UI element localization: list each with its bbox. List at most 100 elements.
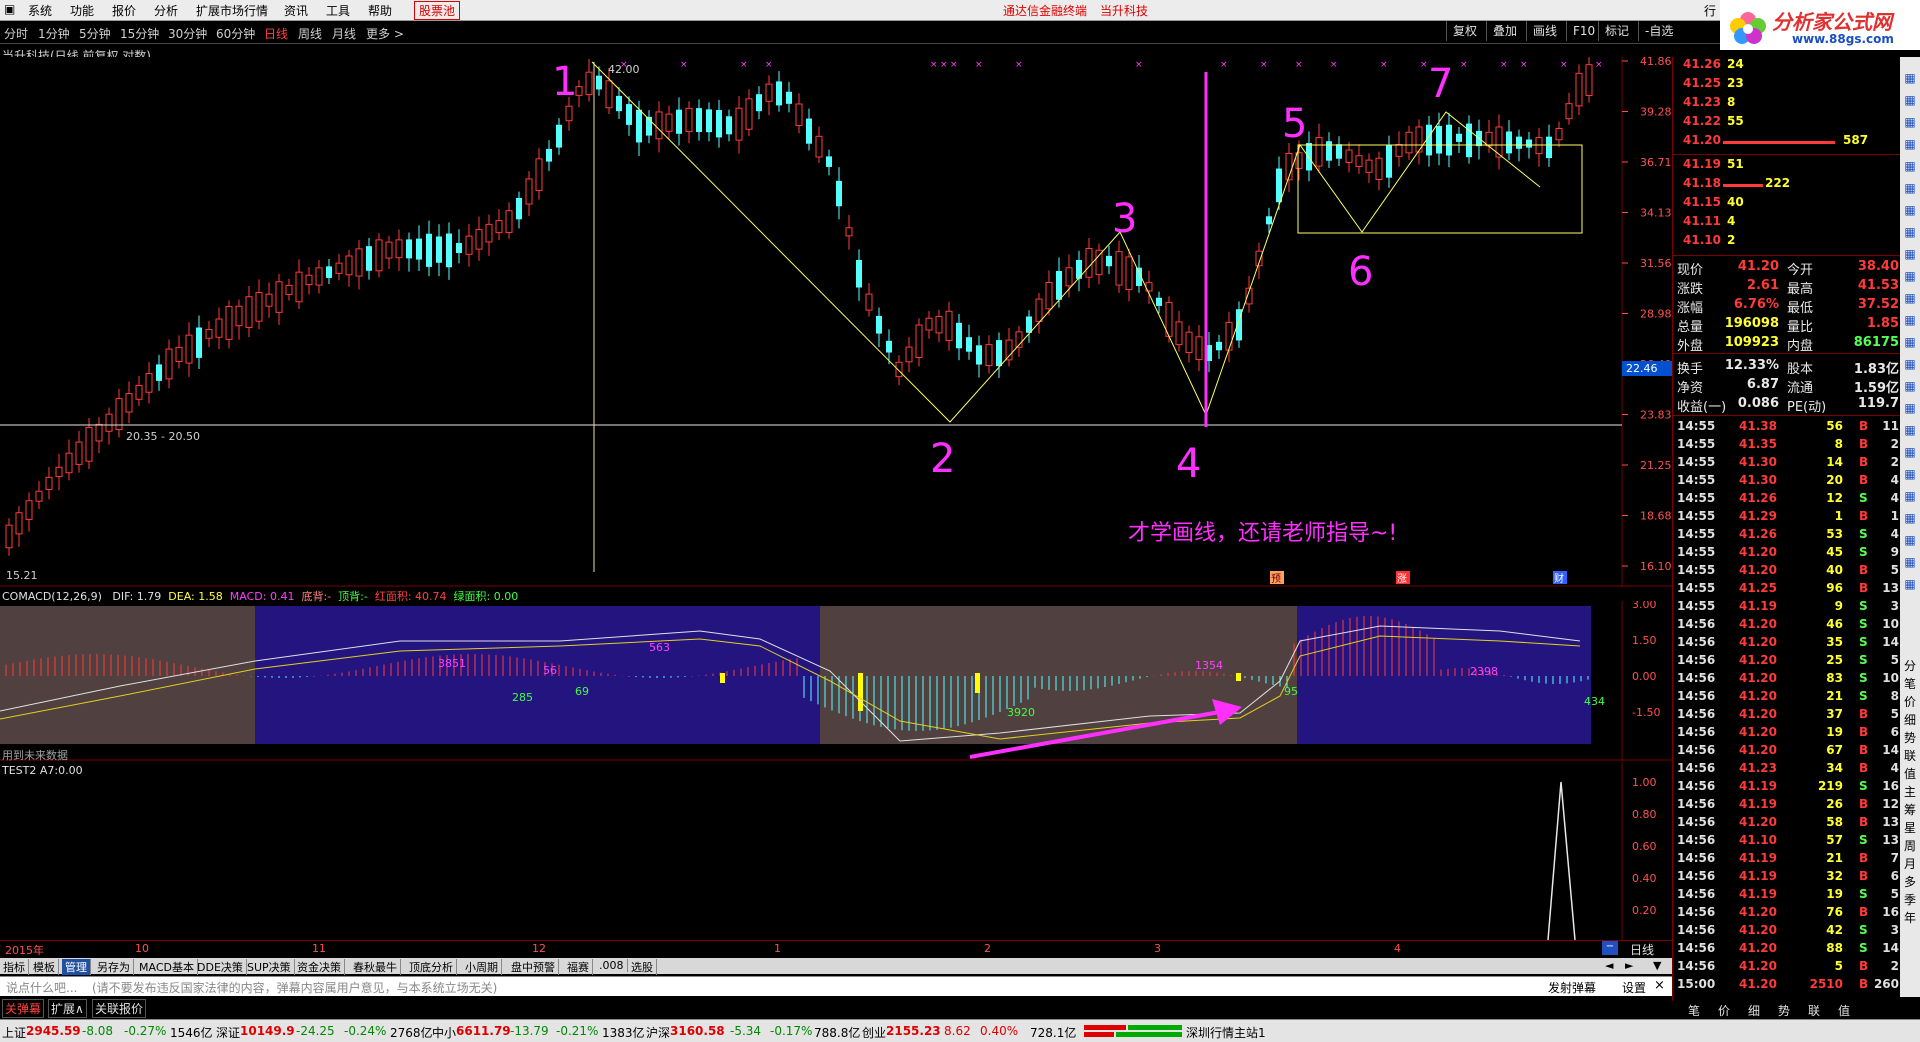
tab-chunqiu[interactable]: 春秋最牛 bbox=[350, 959, 401, 975]
buy-level-5[interactable]: 41.10 2 bbox=[1673, 233, 1901, 252]
tick-row[interactable]: 14:55 41.30 14 B 2 bbox=[1673, 455, 1901, 473]
tab-small-cycle[interactable]: 小周期 bbox=[462, 959, 502, 975]
side-tab-1[interactable]: 笔 bbox=[1900, 675, 1920, 692]
panel-bottom-tab-5[interactable]: 值 bbox=[1838, 1002, 1850, 1019]
zoom-out-button[interactable]: − bbox=[1602, 941, 1618, 955]
panel-bottom-tab-0[interactable]: 笔 bbox=[1688, 1002, 1700, 1019]
side-tool-icon[interactable]: ▦ bbox=[1900, 533, 1920, 547]
danmaku-settings-button[interactable]: 设置 bbox=[1622, 979, 1646, 996]
tick-row[interactable]: 14:56 41.20 25 S 5 bbox=[1673, 653, 1901, 671]
window-control-button[interactable]: 行 bbox=[1704, 2, 1716, 19]
buy-level-1[interactable]: 41.19 51 bbox=[1673, 157, 1901, 176]
tick-row[interactable]: 14:56 41.20 5 B 2 bbox=[1673, 959, 1901, 977]
tick-row[interactable]: 14:56 41.20 42 S 3 bbox=[1673, 923, 1901, 941]
tick-row[interactable]: 14:56 41.19 19 S 5 bbox=[1673, 887, 1901, 905]
side-tab-9[interactable]: 星 bbox=[1900, 819, 1920, 836]
sell-level-4[interactable]: 41.25 23 bbox=[1673, 76, 1901, 95]
side-tool-icon[interactable]: ▦ bbox=[1900, 115, 1920, 129]
tick-row[interactable]: 14:56 41.19 26 B 12 bbox=[1673, 797, 1901, 815]
mark-button[interactable]: 标记 bbox=[1598, 21, 1635, 41]
tick-row[interactable]: 14:56 41.20 21 S 8 bbox=[1673, 689, 1901, 707]
main-kline-chart[interactable]: 41.8639.2836.7134.1331.5628.9826.4023.83… bbox=[0, 57, 1672, 587]
tab-save-as[interactable]: 另存为 bbox=[94, 959, 134, 975]
tick-row[interactable]: 14:55 41.25 96 B 13 bbox=[1673, 581, 1901, 599]
linked-quote-button[interactable]: 关联报价 bbox=[92, 999, 147, 1018]
tick-row[interactable]: 14:56 41.19 21 B 7 bbox=[1673, 851, 1901, 869]
sh-index[interactable]: 2945.59 bbox=[26, 1024, 81, 1038]
tab-macd-basic[interactable]: MACD基本 bbox=[136, 959, 198, 975]
side-tool-icon[interactable]: ▦ bbox=[1900, 467, 1920, 481]
period-tab-60min[interactable]: 60分钟 bbox=[216, 25, 255, 42]
danmaku-input[interactable]: 说点什么吧... bbox=[6, 979, 77, 996]
tab-template[interactable]: 模板 bbox=[30, 959, 59, 975]
tick-row[interactable]: 14:55 41.19 9 S 3 bbox=[1673, 599, 1901, 617]
tick-row[interactable]: 14:56 41.20 88 S 14 bbox=[1673, 941, 1901, 959]
tick-row[interactable]: 15:00 41.20 2510 B 260 bbox=[1673, 977, 1901, 995]
side-tab-7[interactable]: 主 bbox=[1900, 783, 1920, 800]
side-tab-11[interactable]: 月 bbox=[1900, 855, 1920, 872]
side-tool-icon[interactable]: ▦ bbox=[1900, 291, 1920, 305]
side-tool-icon[interactable]: ▦ bbox=[1900, 137, 1920, 151]
tabs-settings-arrow[interactable]: ▼ bbox=[1650, 959, 1664, 972]
side-tool-icon[interactable]: ▦ bbox=[1900, 159, 1920, 173]
overlay-button[interactable]: 叠加 bbox=[1486, 21, 1523, 41]
zx-index[interactable]: 6611.79 bbox=[456, 1024, 511, 1038]
side-tab-5[interactable]: 联 bbox=[1900, 747, 1920, 764]
side-tool-icon[interactable]: ▦ bbox=[1900, 555, 1920, 569]
period-tab-daily[interactable]: 日线 bbox=[264, 25, 288, 42]
tab-fusai[interactable]: 福赛 bbox=[564, 959, 593, 975]
side-tool-icon[interactable]: ▦ bbox=[1900, 247, 1920, 261]
tick-row[interactable]: 14:55 41.29 1 B 1 bbox=[1673, 509, 1901, 527]
side-tab-13[interactable]: 季 bbox=[1900, 891, 1920, 908]
side-tool-icon[interactable]: ▦ bbox=[1900, 445, 1920, 459]
panel-bottom-tab-1[interactable]: 价 bbox=[1718, 1002, 1730, 1019]
sz-index[interactable]: 10149.9 bbox=[240, 1024, 295, 1038]
panel-bottom-tab-3[interactable]: 势 bbox=[1778, 1002, 1790, 1019]
menu-item-tools[interactable]: 工具 bbox=[326, 2, 350, 19]
side-tool-icon[interactable]: ▦ bbox=[1900, 313, 1920, 327]
app-icon[interactable]: ▣ bbox=[4, 2, 15, 16]
close-icon[interactable]: × bbox=[1654, 978, 1665, 993]
panel-bottom-tab-4[interactable]: 联 bbox=[1808, 1002, 1820, 1019]
tick-row[interactable]: 14:56 41.23 34 B 4 bbox=[1673, 761, 1901, 779]
side-tool-icon[interactable]: ▦ bbox=[1900, 269, 1920, 283]
server-name[interactable]: 深圳行情主站1 bbox=[1186, 1024, 1266, 1041]
tick-row[interactable]: 14:56 41.10 57 S 13 bbox=[1673, 833, 1901, 851]
f10-button[interactable]: F10 bbox=[1566, 21, 1601, 41]
buy-level-4[interactable]: 41.11 4 bbox=[1673, 214, 1901, 233]
side-tab-0[interactable]: 分 bbox=[1900, 657, 1920, 674]
buy-level-2[interactable]: 41.18 222 bbox=[1673, 176, 1901, 195]
tab-sup[interactable]: SUP决策 bbox=[244, 959, 295, 975]
side-tab-12[interactable]: 多 bbox=[1900, 873, 1920, 890]
side-tab-8[interactable]: 筹 bbox=[1900, 801, 1920, 818]
side-tab-6[interactable]: 值 bbox=[1900, 765, 1920, 782]
side-tool-icon[interactable]: ▦ bbox=[1900, 423, 1920, 437]
tab-top-bottom[interactable]: 顶底分析 bbox=[406, 959, 457, 975]
tick-row[interactable]: 14:55 41.20 45 S 9 bbox=[1673, 545, 1901, 563]
tick-row[interactable]: 14:56 41.20 37 B 5 bbox=[1673, 707, 1901, 725]
side-tool-icon[interactable]: ▦ bbox=[1900, 401, 1920, 415]
side-tool-icon[interactable]: ▦ bbox=[1900, 225, 1920, 239]
send-danmaku-button[interactable]: 发射弹幕 bbox=[1548, 979, 1596, 996]
tick-row[interactable]: 14:55 41.35 8 B 2 bbox=[1673, 437, 1901, 455]
period-tab-timeshare[interactable]: 分时 bbox=[4, 25, 28, 42]
macd-chart[interactable]: 3.00 1.50 0.00 -1.50 3851 285 56 69 563 392… bbox=[0, 601, 1672, 761]
stock-pool-button[interactable]: 股票池 bbox=[414, 1, 461, 20]
menu-item-function[interactable]: 功能 bbox=[70, 2, 94, 19]
sell-level-2[interactable]: 41.22 55 bbox=[1673, 114, 1901, 133]
side-tool-icon[interactable]: ▦ bbox=[1900, 357, 1920, 371]
side-tool-icon[interactable]: ▦ bbox=[1900, 335, 1920, 349]
hs-index[interactable]: 3160.58 bbox=[670, 1024, 725, 1038]
tick-row[interactable]: 14:55 41.26 53 S 4 bbox=[1673, 527, 1901, 545]
tick-row[interactable]: 14:56 41.19 32 B 6 bbox=[1673, 869, 1901, 887]
side-tool-icon[interactable]: ▦ bbox=[1900, 577, 1920, 591]
tick-row[interactable]: 14:56 41.20 58 B 13 bbox=[1673, 815, 1901, 833]
side-tool-icon[interactable]: ▦ bbox=[1900, 379, 1920, 393]
tab-008[interactable]: .008 bbox=[596, 959, 628, 972]
add-watchlist-button[interactable]: -自选 bbox=[1638, 21, 1679, 41]
sell-level-1[interactable]: 41.20 587 bbox=[1673, 133, 1901, 152]
period-tab-15min[interactable]: 15分钟 bbox=[120, 25, 159, 42]
tick-row[interactable]: 14:56 41.20 67 B 14 bbox=[1673, 743, 1901, 761]
tab-manage[interactable]: 管理 bbox=[62, 959, 91, 975]
side-tab-10[interactable]: 周 bbox=[1900, 837, 1920, 854]
